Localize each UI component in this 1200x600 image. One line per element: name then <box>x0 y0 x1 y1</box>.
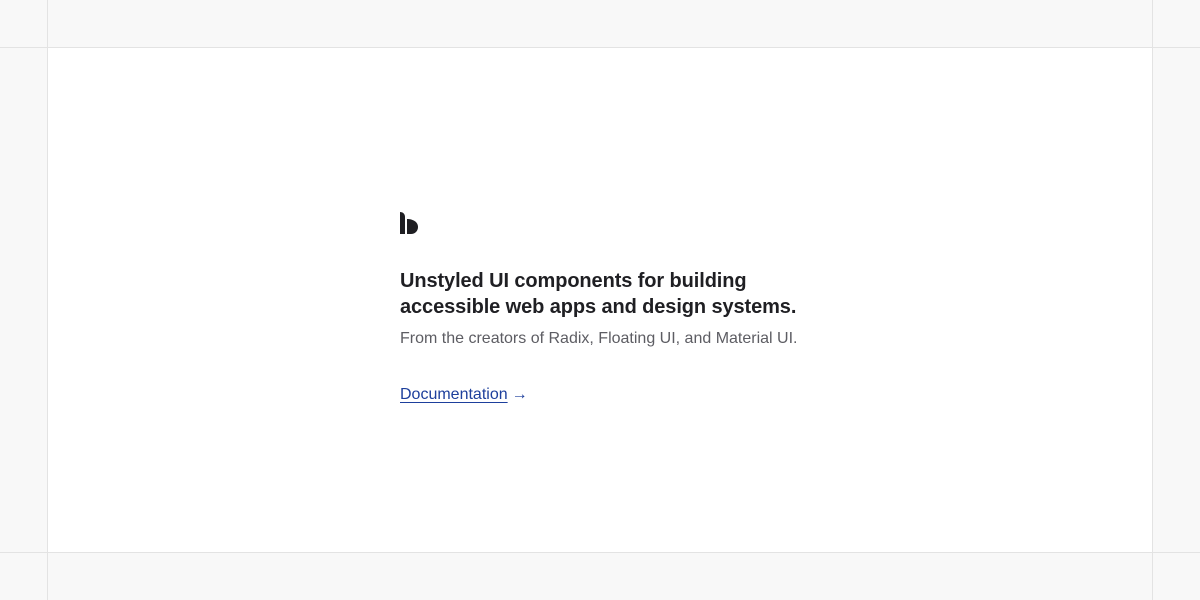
grid-line-left <box>47 0 48 600</box>
grid-line-right <box>1152 0 1153 600</box>
subtitle: From the creators of Radix, Floating UI,… <box>400 330 798 347</box>
page-title: Unstyled UI components for building acce… <box>400 268 860 320</box>
headline-line-1: Unstyled UI components for building <box>400 270 747 292</box>
arrow-right-icon: → <box>511 386 528 403</box>
documentation-link[interactable]: Documentation → <box>400 384 528 406</box>
grid-line-bottom <box>0 552 1200 553</box>
grid-line-top <box>0 47 1200 48</box>
headline-line-2: accessible web apps and design systems. <box>400 296 797 318</box>
base-ui-logo-icon[interactable] <box>400 212 418 234</box>
documentation-link-label: Documentation <box>400 386 508 403</box>
hero: Unstyled UI components for building acce… <box>400 212 860 406</box>
page: Unstyled UI components for building acce… <box>0 0 1200 600</box>
